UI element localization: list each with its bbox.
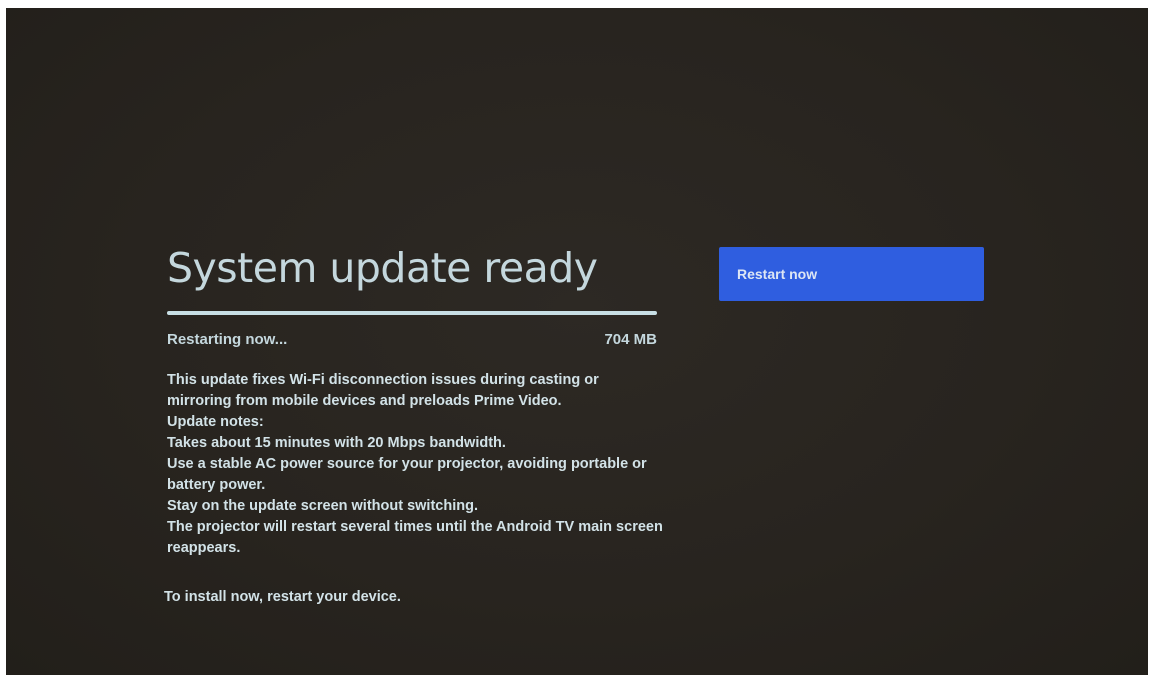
progress-bar [167, 311, 657, 315]
update-size: 704 MB [604, 331, 657, 348]
update-notes: This update fixes Wi-Fi disconnection is… [167, 370, 667, 559]
update-screen: System update ready Restarting now... 70… [6, 8, 1148, 675]
status-row: Restarting now... 704 MB [167, 331, 657, 348]
restart-now-button[interactable]: Restart now [719, 247, 984, 301]
page-title: System update ready [167, 244, 598, 292]
status-text: Restarting now... [167, 331, 288, 348]
note-line: Takes about 15 minutes with 20 Mbps band… [167, 435, 506, 451]
note-line: This update fixes Wi-Fi disconnection is… [167, 372, 599, 409]
progress-bar-fill [167, 311, 657, 315]
note-line: Use a stable AC power source for your pr… [167, 456, 647, 493]
note-line: Update notes: [167, 414, 264, 430]
note-line: Stay on the update screen without switch… [167, 498, 478, 514]
install-instruction: To install now, restart your device. [164, 589, 401, 605]
note-line: The projector will restart several times… [167, 519, 663, 556]
